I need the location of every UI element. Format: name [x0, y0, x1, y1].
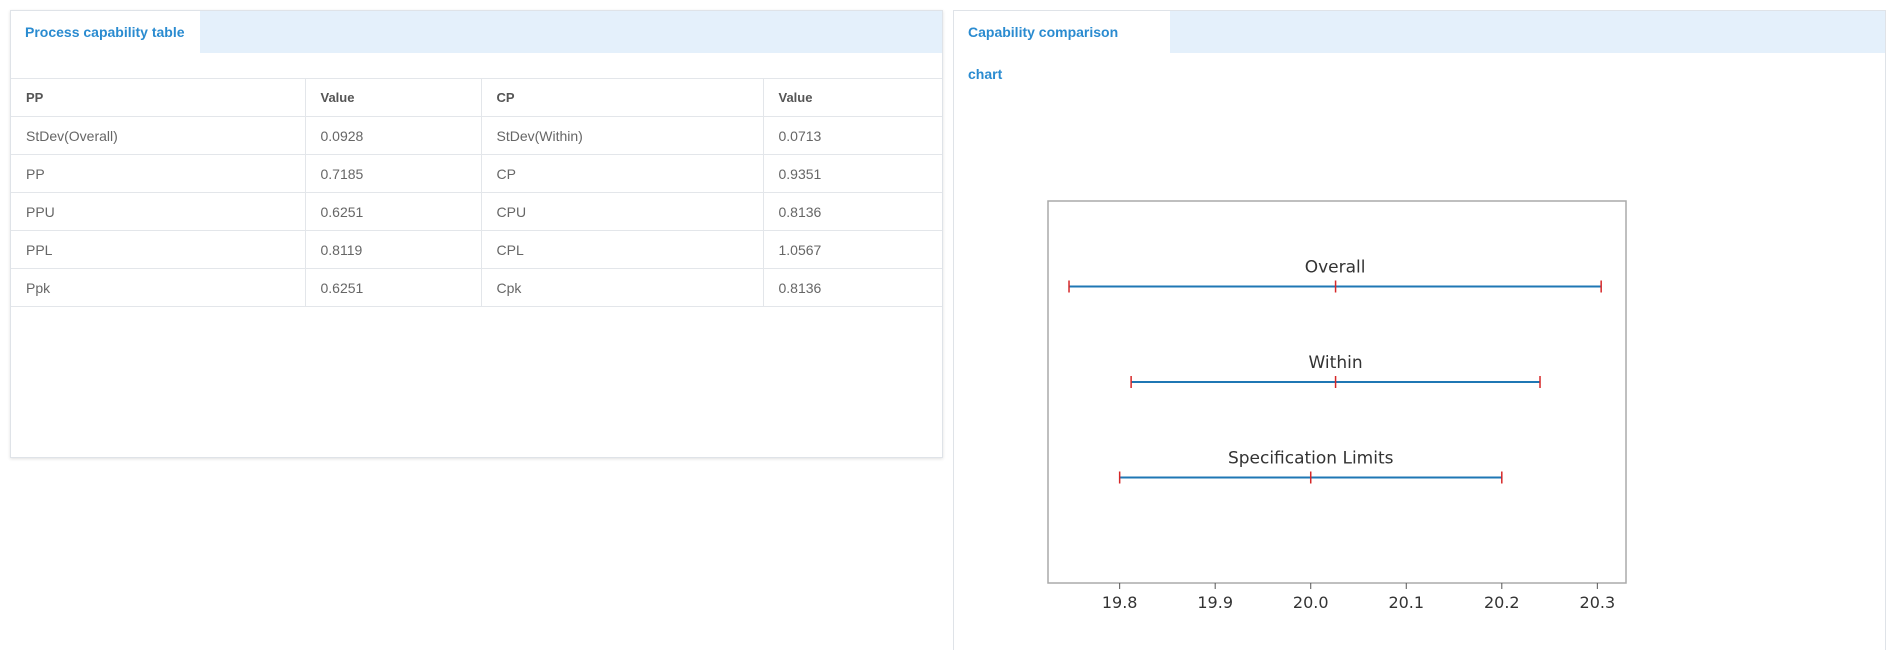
table-cell: PPU [11, 192, 306, 231]
table-cell: 0.6251 [305, 268, 482, 307]
table-cell: CP [481, 154, 764, 193]
table-cell: 0.8136 [763, 192, 942, 231]
x-tick-label: 20.3 [1580, 593, 1616, 612]
table-cell: PPL [11, 230, 306, 269]
table-row: Ppk 0.6251 Cpk 0.8136 [11, 268, 942, 307]
header-cp: CP [481, 78, 764, 117]
table-cell: CPL [481, 230, 764, 269]
interval-label: Within [1309, 353, 1363, 373]
x-tick-label: 20.1 [1388, 593, 1424, 612]
right-tab-bar: Capability comparison chart [954, 11, 1885, 82]
table-cell: 1.0567 [763, 230, 942, 269]
table-row: StDev(Overall) 0.0928 StDev(Within) 0.07… [11, 116, 942, 155]
interval-label: Specification Limits [1228, 449, 1394, 469]
table-cell: StDev(Within) [481, 116, 764, 155]
x-tick-label: 20.0 [1293, 593, 1329, 612]
table-cell: PP [11, 154, 306, 193]
table-cell: Cpk [481, 268, 764, 307]
process-capability-table: PP Value CP Value StDev(Overall) 0.0928 … [11, 78, 942, 307]
header-value-pp: Value [305, 78, 482, 117]
capability-comparison-chart: 19.8 19.9 20.0 20.1 20.2 20.3 Overall Within Spe… [1047, 200, 1627, 612]
x-tick-label: 19.9 [1197, 593, 1233, 612]
table-row: PP 0.7185 CP 0.9351 [11, 154, 942, 193]
table-cell: 0.8136 [763, 268, 942, 307]
table-cell: StDev(Overall) [11, 116, 306, 155]
table-cell: Ppk [11, 268, 306, 307]
capability-chart-panel: Capability comparison chart 19.8 19.9 20.0… [953, 10, 1886, 650]
table-cell: 0.7185 [305, 154, 482, 193]
tab-process-capability-table[interactable]: Process capability table [11, 11, 200, 53]
table-cell: 0.6251 [305, 192, 482, 231]
left-tab-bar: Process capability table [11, 11, 942, 53]
tab-capability-comparison-chart[interactable]: Capability comparison chart [954, 11, 1170, 82]
x-tick-label: 19.8 [1102, 593, 1138, 612]
x-tick-label: 20.2 [1484, 593, 1520, 612]
table-cell: 0.0928 [305, 116, 482, 155]
table-cell: 0.0713 [763, 116, 942, 155]
table-row: PPU 0.6251 CPU 0.8136 [11, 192, 942, 231]
header-pp: PP [11, 78, 306, 117]
header-value-cp: Value [763, 78, 942, 117]
table-cell: 0.9351 [763, 154, 942, 193]
interval-label: Overall [1305, 258, 1366, 278]
table-cell: 0.8119 [305, 230, 482, 269]
table-cell: CPU [481, 192, 764, 231]
table-row: PPL 0.8119 CPL 1.0567 [11, 230, 942, 269]
capability-table-panel: Process capability table PP Value CP Val… [10, 10, 943, 458]
table-header-row: PP Value CP Value [11, 78, 942, 117]
